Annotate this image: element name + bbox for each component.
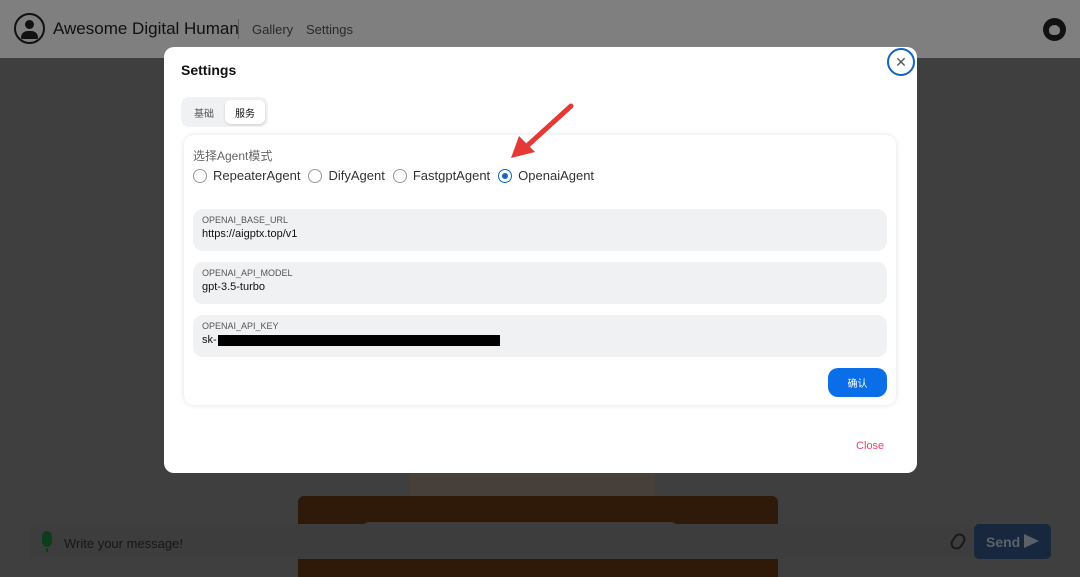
redaction-bar xyxy=(217,334,500,346)
field-value-wrapper[interactable]: sk- xyxy=(202,334,878,346)
radio-openai-agent[interactable]: OpenaiAgent xyxy=(498,168,594,183)
close-button[interactable]: Close xyxy=(856,440,884,452)
api-key-prefix: sk- xyxy=(202,334,217,346)
field-label: OPENAI_API_KEY xyxy=(202,321,279,331)
radio-repeater-agent[interactable]: RepeaterAgent xyxy=(193,168,300,183)
radio-fastgpt-agent[interactable]: FastgptAgent xyxy=(392,168,491,183)
tab-basic[interactable]: 基础 xyxy=(183,100,225,124)
close-icon: ✕ xyxy=(895,53,907,70)
radio-button[interactable] xyxy=(392,168,407,183)
field-label: OPENAI_BASE_URL xyxy=(202,215,289,225)
openai-api-model-field[interactable]: OPENAI_API_MODEL gpt-3.5-turbo xyxy=(193,262,887,304)
agent-mode-label: 选择Agent模式 xyxy=(193,149,273,163)
settings-tabs: 基础 服务 xyxy=(181,97,268,127)
confirm-button[interactable]: 确认 xyxy=(828,368,887,397)
radio-label: RepeaterAgent xyxy=(213,168,301,183)
radio-button[interactable] xyxy=(308,168,323,183)
radio-label: DifyAgent xyxy=(328,168,385,183)
radio-label: OpenaiAgent xyxy=(518,168,595,183)
agent-radio-group: RepeaterAgent DifyAgent FastgptAgent Ope… xyxy=(193,168,602,183)
modal-close-button[interactable]: ✕ xyxy=(887,48,915,76)
field-label: OPENAI_API_MODEL xyxy=(202,268,293,278)
radio-button-selected[interactable] xyxy=(498,168,513,183)
field-value[interactable]: https://aigptx.top/v1 xyxy=(202,228,878,240)
openai-api-key-field[interactable]: OPENAI_API_KEY sk- xyxy=(193,315,887,357)
annotation-arrow-icon xyxy=(511,103,574,158)
tab-service[interactable]: 服务 xyxy=(225,100,265,124)
openai-base-url-field[interactable]: OPENAI_BASE_URL https://aigptx.top/v1 xyxy=(193,209,887,251)
radio-label: FastgptAgent xyxy=(412,168,491,183)
service-panel: 选择Agent模式 RepeaterAgent DifyAgent Fastgp… xyxy=(184,135,896,405)
modal-title: Settings xyxy=(181,62,237,78)
field-value[interactable]: gpt-3.5-turbo xyxy=(202,281,878,293)
radio-button[interactable] xyxy=(193,168,207,183)
radio-dify-agent[interactable]: DifyAgent xyxy=(308,168,385,183)
